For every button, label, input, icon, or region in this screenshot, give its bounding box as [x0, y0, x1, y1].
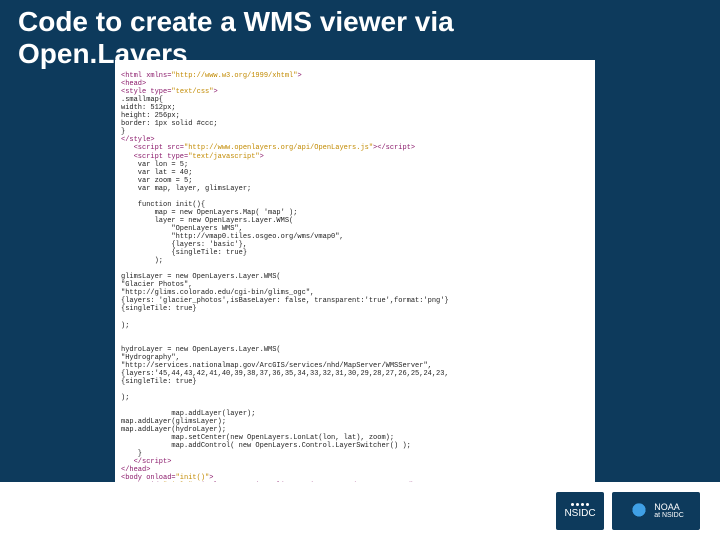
code-line: var lon = 5; [121, 161, 188, 169]
title-line-1: Code to create a WMS viewer via [18, 6, 454, 37]
code-line: height: 256px; [121, 112, 180, 120]
code-line: .smallmap{ [121, 96, 163, 104]
code-line: "Glacier Photos", [121, 281, 192, 289]
code-line: > [297, 72, 301, 80]
code-line: {layers: 'basic'}, [121, 241, 247, 249]
code-line: function init(){ [121, 201, 205, 209]
code-line: var map, layer, glimsLayer; [121, 185, 251, 193]
code-line: "http://vmap0.tiles.osgeo.org/wms/vmap0"… [121, 233, 344, 241]
code-line: "text/css" [171, 88, 213, 96]
code-line: ); [121, 394, 129, 402]
code-line: border: 1px solid #ccc; [121, 120, 218, 128]
nsidc-logo-text: NSIDC [564, 508, 595, 519]
noaa-globe-icon [628, 500, 650, 522]
code-line: {singleTile: true} [121, 305, 197, 313]
code-line: <head> [121, 80, 146, 88]
code-line: </style> [121, 136, 155, 144]
code-line: "Hydrography", [121, 354, 180, 362]
code-line: width: 512px; [121, 104, 176, 112]
code-line: <script src= [121, 144, 184, 152]
code-line: map.setCenter(new OpenLayers.LonLat(lon,… [121, 434, 394, 442]
code-line: var zoom = 5; [121, 177, 192, 185]
code-line: "text/javascript" [188, 153, 259, 161]
code-line: map = new OpenLayers.Map( 'map' ); [121, 209, 297, 217]
code-line: </head> [121, 466, 150, 474]
code-line: <style type= [121, 88, 171, 96]
code-line: "OpenLayers WMS", [121, 225, 243, 233]
code-line: map.addLayer(layer); [121, 410, 255, 418]
code-line: map.addControl( new OpenLayers.Control.L… [121, 442, 411, 450]
code-line: hydroLayer = new OpenLayers.Layer.WMS( [121, 346, 281, 354]
noaa-logo: NOAA at NSIDC [612, 492, 700, 530]
code-line: > [213, 88, 217, 96]
code-line: {layers: 'glacier_photos',isBaseLayer: f… [121, 297, 449, 305]
code-line: ); [121, 322, 129, 330]
code-line: var lat = 40; [121, 169, 192, 177]
code-line: ></script> [373, 144, 415, 152]
code-line: } [121, 450, 142, 458]
code-line: {singleTile: true} [121, 249, 247, 257]
code-line: map.addLayer(hydroLayer); [121, 426, 226, 434]
code-line: "http://www.openlayers.org/api/OpenLayer… [184, 144, 373, 152]
code-line: map.addLayer(glimsLayer); [121, 418, 226, 426]
code-line: </script> [121, 458, 171, 466]
code-line: } [121, 128, 125, 136]
code-line: <html xmlns= [121, 72, 171, 80]
code-snippet: <html xmlns="http://www.w3.org/1999/xhtm… [115, 60, 595, 521]
code-line: ); [121, 257, 163, 265]
noaa-logo-text-top: NOAA [654, 503, 684, 512]
code-line: {layers:'45,44,43,42,41,40,39,38,37,36,3… [121, 370, 449, 378]
code-line: "http://www.w3.org/1999/xhtml" [171, 72, 297, 80]
nsidc-logo: NSIDC [556, 492, 604, 530]
code-line: "http://glims.colorado.edu/cgi-bin/glims… [121, 289, 314, 297]
code-line: {singleTile: true} [121, 378, 197, 386]
code-line: layer = new OpenLayers.Layer.WMS( [121, 217, 293, 225]
code-line: "http://services.nationalmap.gov/ArcGIS/… [121, 362, 432, 370]
noaa-logo-text-bottom: at NSIDC [654, 512, 684, 519]
code-line: > [260, 153, 264, 161]
code-line: glimsLayer = new OpenLayers.Layer.WMS( [121, 273, 281, 281]
code-line: <script type= [121, 153, 188, 161]
